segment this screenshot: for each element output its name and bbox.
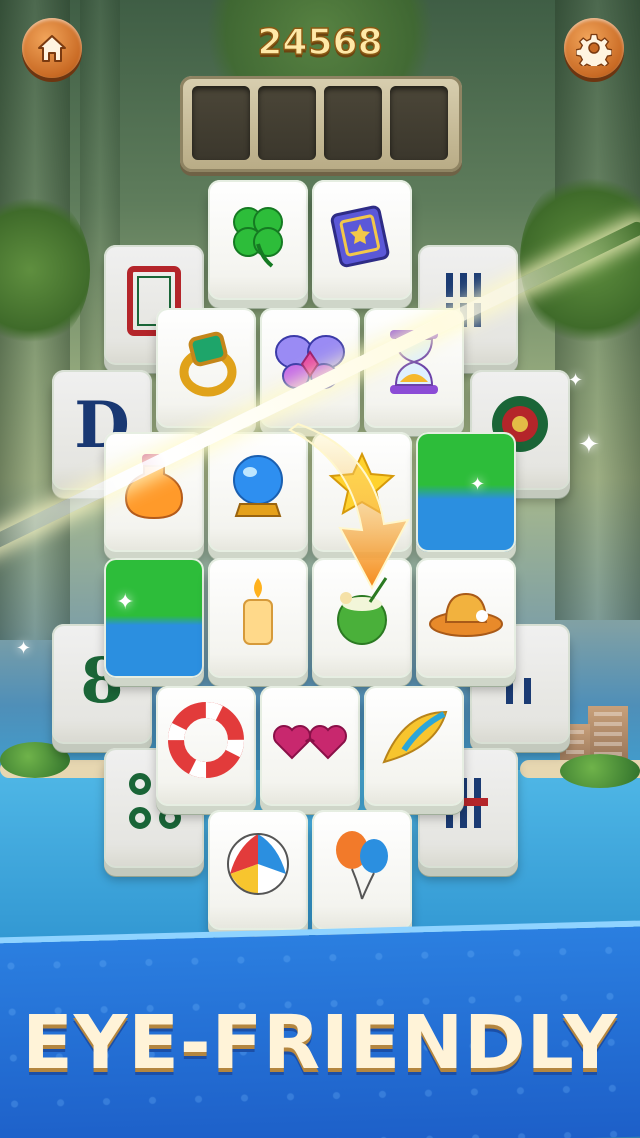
tray-slot: [192, 86, 250, 160]
tile-surfboard[interactable]: [364, 686, 464, 806]
sparkle-icon: ✦: [568, 370, 584, 391]
balloons-icon: [336, 831, 388, 900]
beach-ball-icon: [227, 833, 289, 895]
sparkle-icon: ✦: [116, 590, 135, 615]
hint-arrow: [288, 422, 410, 591]
tile-balloons[interactable]: [312, 810, 412, 930]
collection-tray: [180, 76, 462, 172]
four-leaf-clover-icon: [233, 207, 283, 268]
tile-spellbook[interactable]: [312, 180, 412, 300]
gear-icon: [576, 33, 612, 66]
tile-lifebuoy[interactable]: [156, 686, 256, 806]
score-counter: 24568: [257, 21, 384, 64]
sun-hat-icon: [429, 592, 503, 637]
tile-sunglasses[interactable]: [260, 686, 360, 806]
tile-sun-hat[interactable]: [416, 558, 516, 678]
tray-slot: [390, 86, 448, 160]
star-book-icon: [330, 205, 390, 268]
tile-green-blue[interactable]: [416, 432, 516, 552]
lifebuoy-icon: [168, 702, 244, 778]
heart-sunglasses-icon: [273, 725, 347, 760]
tile-beach-ball[interactable]: [208, 810, 308, 930]
bush: [560, 754, 640, 788]
tile-clover[interactable]: [208, 180, 308, 300]
surfboard-icon: [382, 710, 448, 764]
banner-title: EYE-FRIENDLY: [22, 1000, 618, 1086]
game-screen: 24568 D 8 ✦ ✦ ✦ ✦ ✦ EYE-FRIENDLY: [0, 0, 640, 1138]
sparkle-icon: ✦: [470, 474, 486, 495]
tray-slot: [324, 86, 382, 160]
sparkle-icon: ✦: [578, 430, 600, 460]
sparkle-icon: ✦: [16, 638, 32, 659]
tile-green-left[interactable]: [104, 558, 204, 678]
settings-button[interactable]: [564, 18, 624, 78]
bush: [0, 742, 70, 778]
tray-slot: [258, 86, 316, 160]
emerald-ring-icon: [179, 331, 237, 397]
foliage: [0, 190, 90, 350]
tile-ring[interactable]: [156, 308, 256, 428]
